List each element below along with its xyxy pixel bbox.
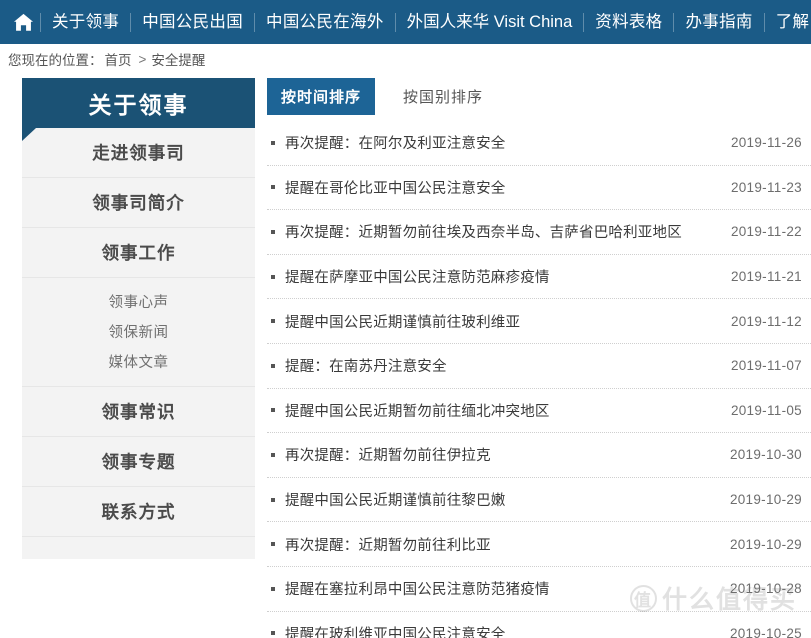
- breadcrumb-label: 您现在的位置：: [8, 53, 103, 68]
- nav-item-learn-more[interactable]: 了解目: [765, 0, 811, 44]
- sidebar-item-walk-into-consular-dept[interactable]: 走进领事司: [22, 128, 255, 178]
- list-item[interactable]: 再次提醒：在阿尔及利亚注意安全 2019-11-26: [267, 121, 811, 166]
- list-item[interactable]: 再次提醒：近期暂勿前往埃及西奈半岛、吉萨省巴哈利亚地区 2019-11-22: [267, 210, 811, 255]
- sidebar-header-wrap: 关于领事: [10, 78, 255, 141]
- tab-sort-by-time[interactable]: 按时间排序: [267, 78, 376, 115]
- square-bullet-icon: [271, 363, 275, 368]
- list-item-left: 再次提醒：近期暂勿前往利比亚: [267, 534, 491, 555]
- notice-list: 再次提醒：在阿尔及利亚注意安全 2019-11-26 提醒在哥伦比亚中国公民注意安全…: [267, 121, 811, 638]
- main-content: 按时间排序 按国别排序 再次提醒：在阿尔及利亚注意安全 2019-11-26 提醒在…: [255, 74, 811, 638]
- list-item[interactable]: 再次提醒：近期暂勿前往伊拉克 2019-10-30: [267, 433, 811, 478]
- list-item-title[interactable]: 提醒在塞拉利昂中国公民注意防范猪疫情: [285, 578, 550, 599]
- list-item-date: 2019-11-05: [730, 402, 802, 418]
- sidebar-header-tail-icon: [22, 128, 36, 141]
- list-item-title[interactable]: 提醒在萨摩亚中国公民注意防范麻疹疫情: [285, 266, 550, 287]
- nav-item-guidelines[interactable]: 办事指南: [674, 0, 763, 44]
- square-bullet-icon: [271, 452, 275, 457]
- list-item-date: 2019-10-25: [729, 625, 802, 638]
- list-item-left: 提醒中国公民近期谨慎前往玻利维亚: [267, 311, 520, 332]
- square-bullet-icon: [271, 185, 275, 190]
- top-navigation-bar: 关于领事 中国公民出国 中国公民在海外 外国人来华 Visit China 资料…: [0, 0, 811, 44]
- square-bullet-icon: [271, 319, 275, 324]
- list-item-title[interactable]: 提醒中国公民近期暂勿前往缅北冲突地区: [285, 400, 550, 421]
- list-item-left: 提醒中国公民近期谨慎前往黎巴嫩: [267, 489, 506, 510]
- list-item[interactable]: 提醒在哥伦比亚中国公民注意安全 2019-11-23: [267, 166, 811, 211]
- breadcrumb-home-link[interactable]: 首页: [105, 49, 132, 69]
- sidebar-header: 关于领事: [22, 78, 255, 128]
- list-item-title[interactable]: 提醒在哥伦比亚中国公民注意安全: [285, 177, 506, 198]
- sidebar-item-consular-topics[interactable]: 领事专题: [22, 437, 255, 487]
- list-item[interactable]: 提醒：在南苏丹注意安全 2019-11-07: [267, 344, 811, 389]
- sidebar-item-consular-dept-intro[interactable]: 领事司简介: [22, 178, 255, 228]
- nav-item-about-consular[interactable]: 关于领事: [41, 0, 130, 44]
- list-item-title[interactable]: 再次提醒：近期暂勿前往利比亚: [285, 534, 491, 555]
- breadcrumb: 您现在的位置： 首页 > 安全提醒: [0, 44, 811, 74]
- list-item-left: 提醒在塞拉利昂中国公民注意防范猪疫情: [267, 578, 550, 599]
- sidebar-subgroup: 领事心声 领保新闻 媒体文章: [22, 278, 255, 387]
- sidebar-item-consular-work[interactable]: 领事工作: [22, 228, 255, 278]
- list-item-left: 提醒：在南苏丹注意安全: [267, 355, 447, 376]
- list-item-left: 提醒中国公民近期暂勿前往缅北冲突地区: [267, 400, 550, 421]
- list-item-title[interactable]: 提醒在玻利维亚中国公民注意安全: [285, 623, 506, 638]
- sidebar-item-consular-knowledge[interactable]: 领事常识: [22, 387, 255, 437]
- list-item[interactable]: 提醒中国公民近期暂勿前往缅北冲突地区 2019-11-05: [267, 389, 811, 434]
- square-bullet-icon: [271, 631, 275, 636]
- list-item-date: 2019-10-29: [729, 536, 802, 552]
- list-item-date: 2019-11-07: [730, 358, 802, 374]
- list-item[interactable]: 再次提醒：近期暂勿前往利比亚 2019-10-29: [267, 522, 811, 567]
- list-item-title[interactable]: 提醒：在南苏丹注意安全: [285, 355, 447, 376]
- list-item-left: 再次提醒：近期暂勿前往伊拉克: [267, 444, 491, 465]
- list-item-left: 提醒在玻利维亚中国公民注意安全: [267, 623, 506, 638]
- list-item[interactable]: 提醒在玻利维亚中国公民注意安全 2019-10-25: [267, 612, 811, 638]
- nav-item-visit-china[interactable]: 外国人来华 Visit China: [396, 0, 584, 44]
- nav-item-citizens-overseas[interactable]: 中国公民在海外: [255, 0, 395, 44]
- square-bullet-icon: [271, 408, 275, 413]
- breadcrumb-current: 安全提醒: [151, 53, 206, 68]
- page-body: 关于领事 走进领事司 领事司简介 领事工作 领事心声 领保新闻 媒体文章 领事常…: [0, 74, 811, 638]
- square-bullet-icon: [271, 140, 275, 145]
- list-item[interactable]: 提醒在塞拉利昂中国公民注意防范猪疫情 2019-10-28: [267, 567, 811, 612]
- sort-tabs: 按时间排序 按国别排序: [267, 78, 811, 115]
- home-icon[interactable]: [6, 0, 40, 44]
- square-bullet-icon: [271, 542, 275, 547]
- tab-sort-by-country[interactable]: 按国别排序: [389, 78, 497, 115]
- list-item-date: 2019-11-23: [730, 179, 802, 195]
- list-item-date: 2019-10-30: [729, 447, 802, 463]
- list-item-left: 提醒在哥伦比亚中国公民注意安全: [267, 177, 506, 198]
- sidebar-item-contact[interactable]: 联系方式: [22, 487, 255, 537]
- square-bullet-icon: [271, 497, 275, 502]
- list-item-left: 提醒在萨摩亚中国公民注意防范麻疹疫情: [267, 266, 550, 287]
- list-item-date: 2019-11-26: [730, 135, 802, 151]
- sidebar-subitem-consular-voice[interactable]: 领事心声: [22, 286, 255, 316]
- sidebar-subitem-consular-protection-news[interactable]: 领保新闻: [22, 316, 255, 346]
- list-item-title[interactable]: 再次提醒：在阿尔及利亚注意安全: [285, 132, 506, 153]
- sidebar: 关于领事 走进领事司 领事司简介 领事工作 领事心声 领保新闻 媒体文章 领事常…: [0, 74, 255, 559]
- list-item[interactable]: 提醒中国公民近期谨慎前往黎巴嫩 2019-10-29: [267, 478, 811, 523]
- list-item-left: 再次提醒：在阿尔及利亚注意安全: [267, 132, 506, 153]
- breadcrumb-arrow: >: [138, 51, 147, 67]
- list-item[interactable]: 提醒中国公民近期谨慎前往玻利维亚 2019-11-12: [267, 299, 811, 344]
- list-item-date: 2019-11-12: [730, 313, 802, 329]
- list-item-date: 2019-11-21: [730, 269, 802, 285]
- list-item-title[interactable]: 提醒中国公民近期谨慎前往玻利维亚: [285, 311, 520, 332]
- list-item-left: 再次提醒：近期暂勿前往埃及西奈半岛、吉萨省巴哈利亚地区: [267, 221, 682, 242]
- square-bullet-icon: [271, 586, 275, 591]
- page-wrapper: 关于领事 中国公民出国 中国公民在海外 外国人来华 Visit China 资料…: [0, 0, 811, 638]
- nav-item-citizens-going-abroad[interactable]: 中国公民出国: [131, 0, 254, 44]
- square-bullet-icon: [271, 229, 275, 234]
- list-item-date: 2019-10-28: [729, 581, 802, 597]
- list-item-title[interactable]: 提醒中国公民近期谨慎前往黎巴嫩: [285, 489, 506, 510]
- list-item-title[interactable]: 再次提醒：近期暂勿前往伊拉克: [285, 444, 491, 465]
- nav-item-forms[interactable]: 资料表格: [584, 0, 673, 44]
- list-item[interactable]: 提醒在萨摩亚中国公民注意防范麻疹疫情 2019-11-21: [267, 255, 811, 300]
- square-bullet-icon: [271, 274, 275, 279]
- list-item-date: 2019-10-29: [729, 492, 802, 508]
- sidebar-subitem-media-articles[interactable]: 媒体文章: [22, 346, 255, 376]
- sidebar-menu: 走进领事司 领事司简介 领事工作 领事心声 领保新闻 媒体文章 领事常识 领事专…: [22, 128, 255, 559]
- list-item-date: 2019-11-22: [730, 224, 802, 240]
- list-item-title[interactable]: 再次提醒：近期暂勿前往埃及西奈半岛、吉萨省巴哈利亚地区: [285, 221, 682, 242]
